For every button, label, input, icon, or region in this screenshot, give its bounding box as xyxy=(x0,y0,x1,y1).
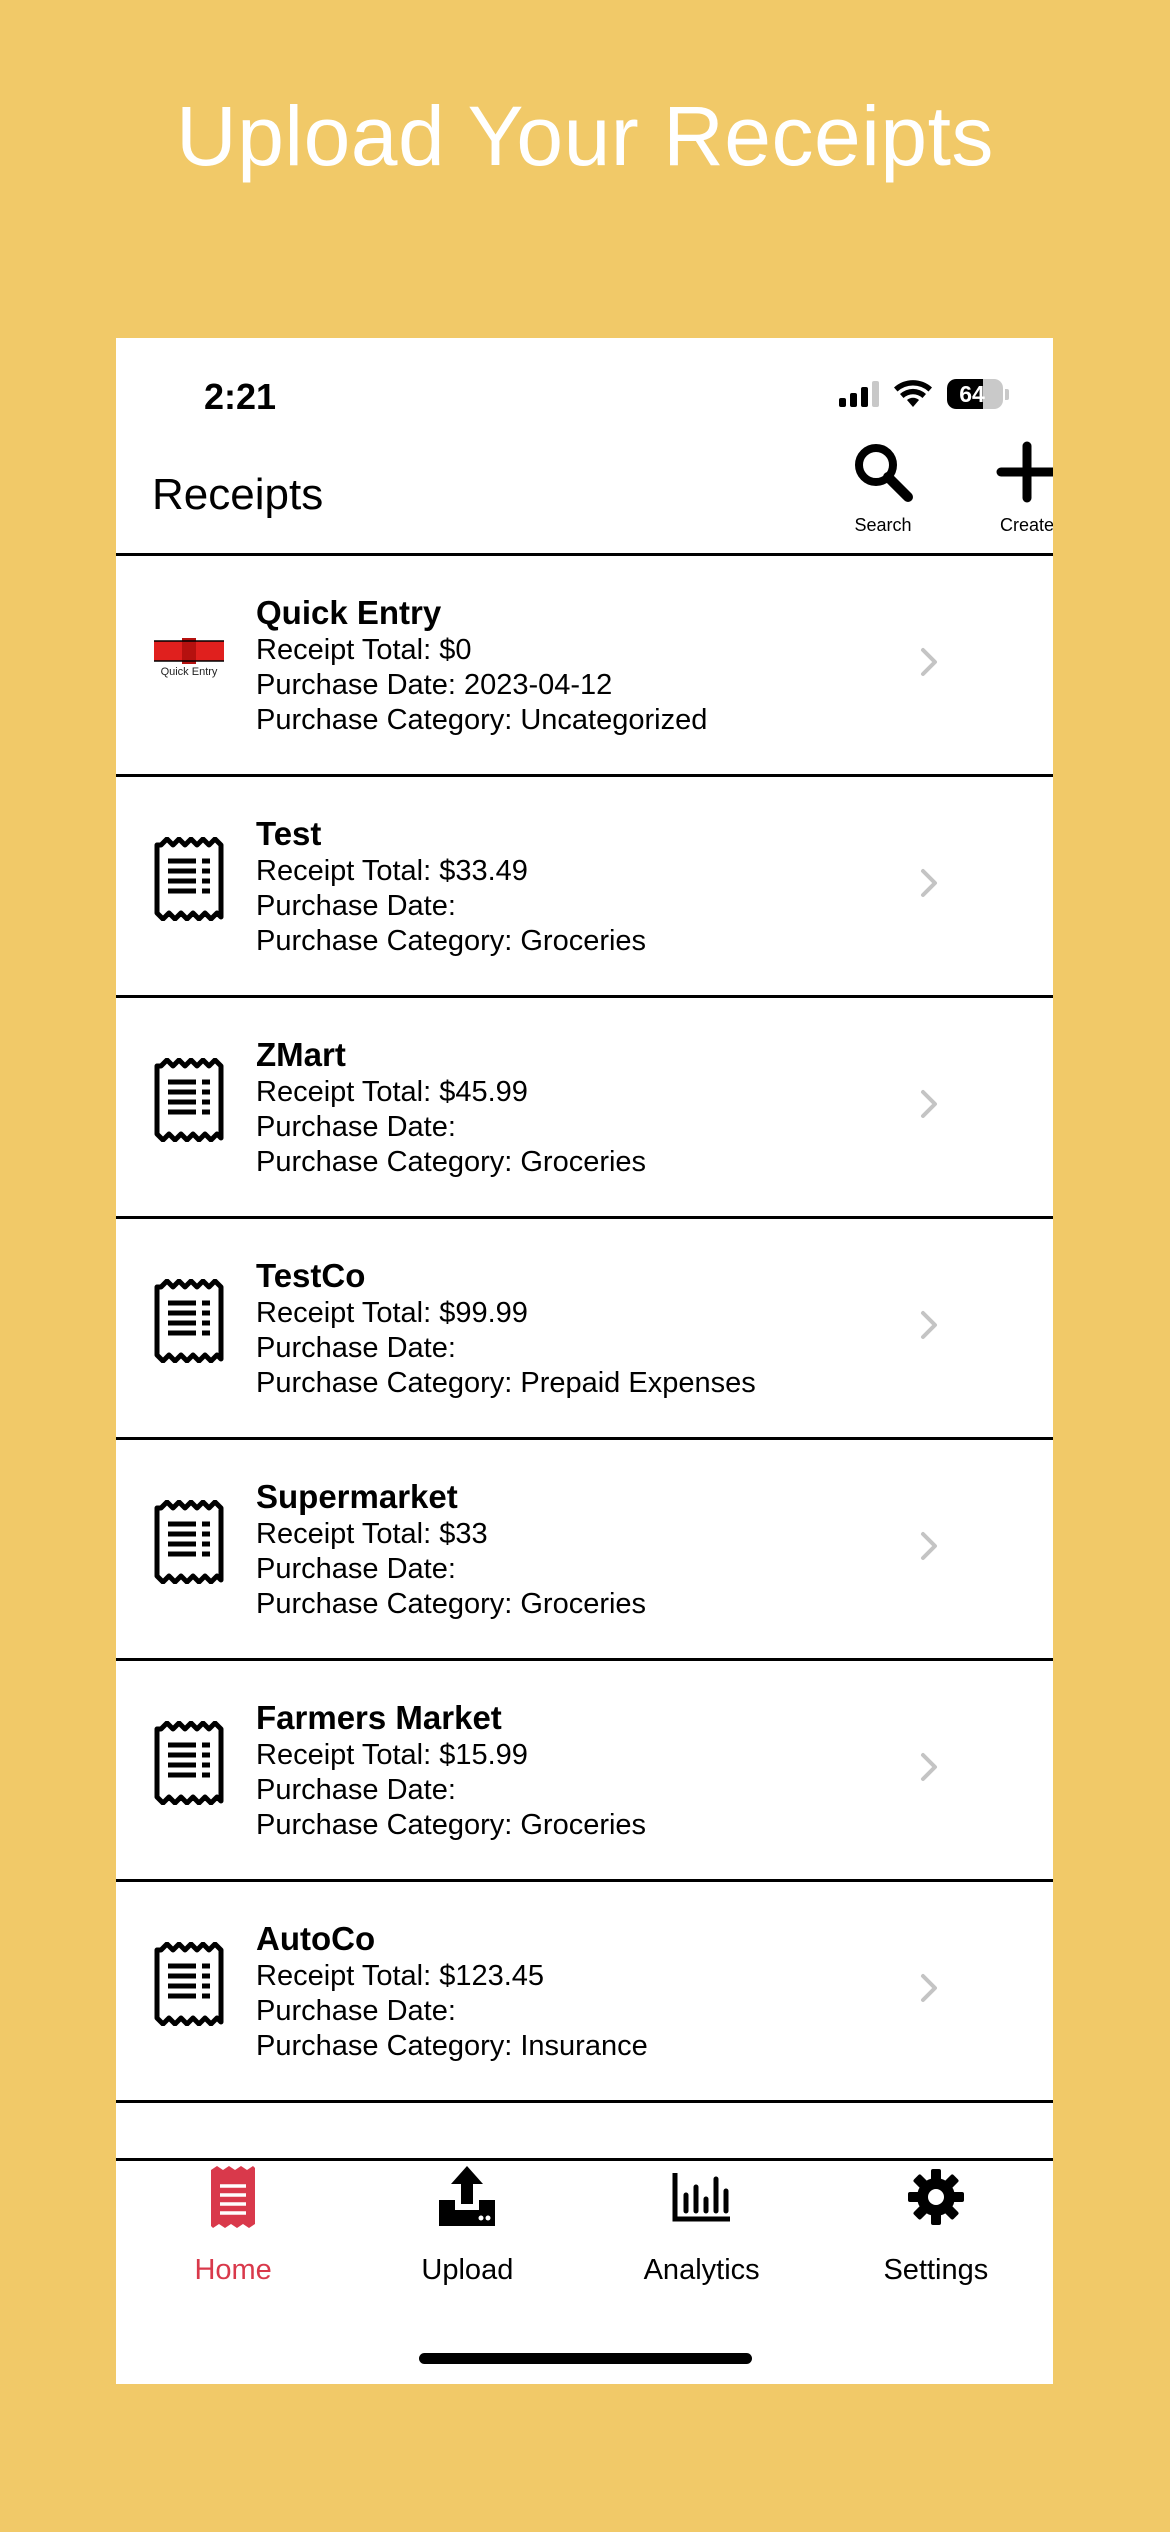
wifi-icon xyxy=(894,380,932,407)
receipt-icon xyxy=(152,1942,226,2026)
tab-home[interactable]: Home xyxy=(116,2142,350,2322)
gear-icon xyxy=(907,2169,964,2225)
receipt-icon xyxy=(211,2166,256,2228)
receipt-total: Receipt Total: $0 xyxy=(256,634,472,666)
receipt-total: Receipt Total: $33 xyxy=(256,1518,488,1550)
receipt-icon xyxy=(152,1721,226,1805)
home-indicator[interactable] xyxy=(419,2353,752,2364)
receipt-total: Receipt Total: $99.99 xyxy=(256,1297,528,1329)
bar-chart-icon xyxy=(672,2173,730,2222)
receipt-category: Purchase Category: Insurance xyxy=(256,2030,648,2062)
page-title: Receipts xyxy=(152,470,324,519)
receipt-row[interactable]: Test Receipt Total: $33.49 Purchase Date… xyxy=(116,777,1053,998)
receipt-icon xyxy=(152,1500,226,1584)
receipt-category: Purchase Category: Groceries xyxy=(256,1809,647,1841)
receipt-list: Quick Entry Quick Entry Receipt Total: $… xyxy=(116,556,1053,2161)
receipt-category: Purchase Category: Uncategorized xyxy=(256,704,708,736)
receipt-name: ZMart xyxy=(256,1036,346,1073)
receipt-row[interactable]: TestCo Receipt Total: $99.99 Purchase Da… xyxy=(116,1219,1053,1440)
tab-settings[interactable]: Settings xyxy=(819,2142,1053,2322)
receipt-category: Purchase Category: Prepaid Expenses xyxy=(256,1367,756,1399)
receipt-icon xyxy=(152,837,226,921)
tab-upload[interactable]: Upload xyxy=(350,2142,584,2322)
cellular-signal-icon xyxy=(839,381,879,407)
battery-level: 64 xyxy=(959,381,985,407)
receipt-date: Purchase Date: xyxy=(256,1332,456,1364)
status-time: 2:21 xyxy=(204,376,277,417)
receipt-name: Quick Entry xyxy=(256,594,442,631)
create-label: Create xyxy=(999,515,1053,535)
plus-icon xyxy=(996,441,1053,503)
upload-icon xyxy=(439,2166,496,2226)
receipt-name: TestCo xyxy=(256,1257,366,1294)
chevron-right-icon xyxy=(921,1090,937,1118)
chevron-right-icon xyxy=(921,1532,937,1560)
receipt-category: Purchase Category: Groceries xyxy=(256,1588,647,1620)
receipt-date: Purchase Date: xyxy=(256,1774,456,1806)
chevron-right-icon xyxy=(921,1974,937,2002)
receipt-date: Purchase Date: 2023-04-12 xyxy=(256,669,613,701)
tab-upload-label: Upload xyxy=(421,2254,514,2286)
create-button[interactable]: Create xyxy=(972,440,1053,536)
receipt-name: Supermarket xyxy=(256,1478,458,1515)
receipt-name: AutoCo xyxy=(256,1920,376,1957)
quick-entry-logo: Quick Entry xyxy=(152,616,226,700)
receipt-total: Receipt Total: $33.49 xyxy=(256,855,528,887)
chevron-right-icon xyxy=(921,1311,937,1339)
receipt-row[interactable]: ZMart Receipt Total: $45.99 Purchase Dat… xyxy=(116,998,1053,1219)
tab-home-label: Home xyxy=(194,2254,272,2286)
page-headline: Upload Your Receipts xyxy=(176,89,994,183)
receipt-total: Receipt Total: $123.45 xyxy=(256,1960,545,1992)
receipt-category: Purchase Category: Groceries xyxy=(256,925,647,957)
quick-entry-logo-text: Quick Entry xyxy=(160,666,218,678)
phone-screen: 2:21 64 Receipts Search Create Quick Ent… xyxy=(116,338,1053,2384)
receipt-name: Farmers Market xyxy=(256,1699,502,1736)
receipt-row[interactable]: Supermarket Receipt Total: $33 Purchase … xyxy=(116,1440,1053,1661)
receipt-date: Purchase Date: xyxy=(256,1553,456,1585)
search-label: Search xyxy=(854,515,912,535)
chevron-right-icon xyxy=(921,648,937,676)
receipt-name: Test xyxy=(256,815,322,852)
receipt-icon xyxy=(152,1058,226,1142)
receipt-total: Receipt Total: $15.99 xyxy=(256,1739,528,1771)
search-icon xyxy=(855,444,913,502)
receipt-date: Purchase Date: xyxy=(256,1995,456,2027)
receipt-date: Purchase Date: xyxy=(256,1111,456,1143)
chevron-right-icon xyxy=(921,1753,937,1781)
receipt-row-quick-entry[interactable]: Quick Entry Quick Entry Receipt Total: $… xyxy=(116,556,1053,777)
receipt-category: Purchase Category: Groceries xyxy=(256,1146,647,1178)
tab-settings-label: Settings xyxy=(883,2254,989,2286)
receipt-row[interactable]: Farmers Market Receipt Total: $15.99 Pur… xyxy=(116,1661,1053,1882)
chevron-right-icon xyxy=(921,869,937,897)
status-icons: 64 xyxy=(839,374,1009,414)
battery-icon: 64 xyxy=(947,379,1003,409)
receipt-date: Purchase Date: xyxy=(256,890,456,922)
tab-analytics-label: Analytics xyxy=(643,2254,760,2286)
receipt-total: Receipt Total: $45.99 xyxy=(256,1076,528,1108)
receipt-row[interactable]: AutoCo Receipt Total: $123.45 Purchase D… xyxy=(116,1882,1053,2103)
tab-bar: Home Upload Analytics Settings xyxy=(116,2142,1053,2322)
tab-analytics[interactable]: Analytics xyxy=(585,2142,819,2322)
search-button[interactable]: Search xyxy=(828,440,938,536)
receipt-icon xyxy=(152,1279,226,1363)
